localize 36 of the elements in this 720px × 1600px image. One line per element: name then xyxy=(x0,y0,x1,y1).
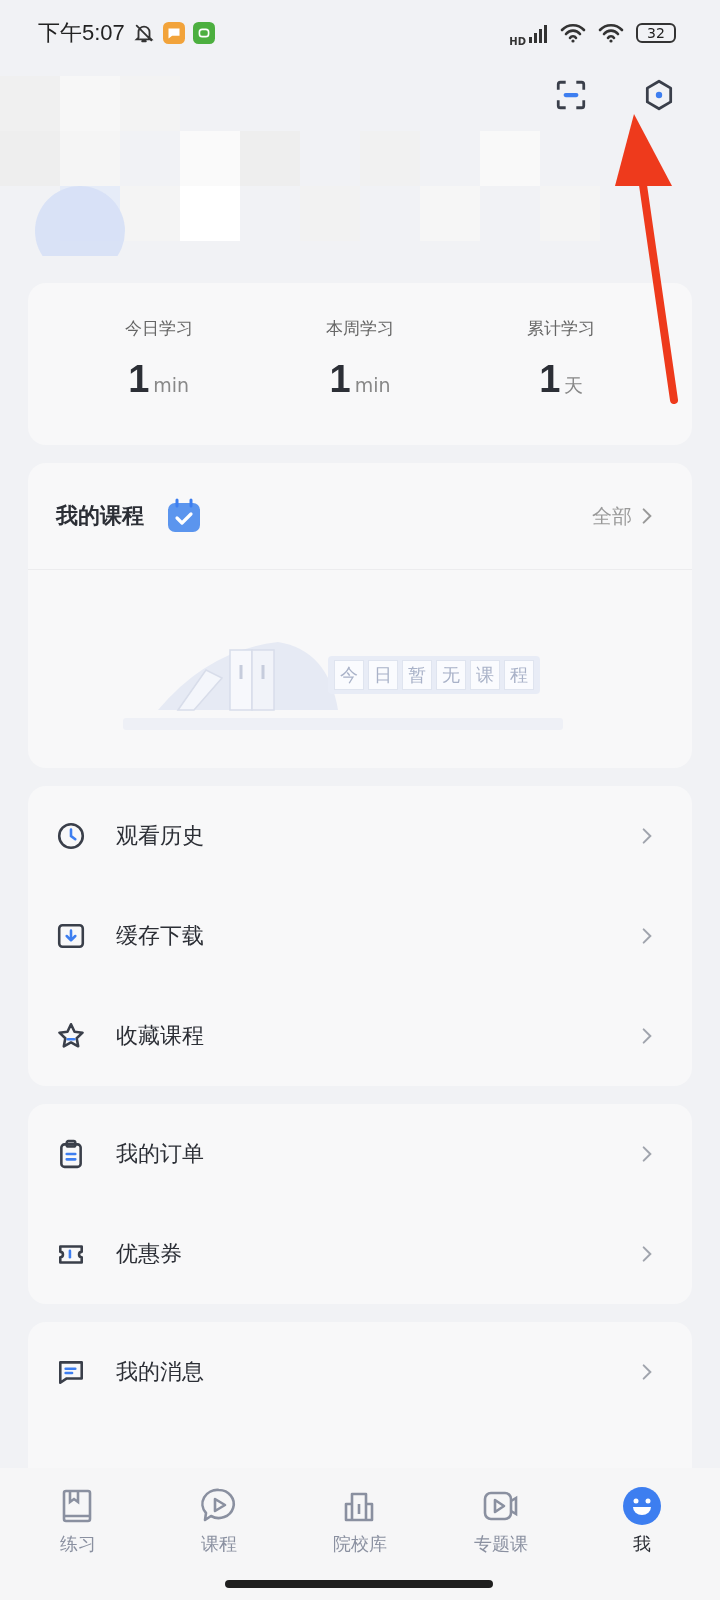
chevron-right-icon xyxy=(642,1027,652,1045)
status-time: 下午5:07 xyxy=(38,19,125,47)
stat-unit: min xyxy=(153,374,190,396)
chevron-right-icon xyxy=(642,507,652,525)
menu-item[interactable]: 观看历史 xyxy=(28,786,692,886)
stat-value: 1 xyxy=(329,358,351,401)
stat-value: 1 xyxy=(539,358,561,401)
message-app-icon xyxy=(162,22,185,44)
scan-button[interactable] xyxy=(554,78,588,112)
star-icon xyxy=(56,1021,86,1051)
stat-value: 1 xyxy=(128,358,150,401)
bell-muted-icon xyxy=(132,22,155,44)
stat-unit: min xyxy=(354,374,391,396)
chevron-right-icon xyxy=(642,1245,652,1263)
chevron-right-icon xyxy=(642,827,652,845)
battery-level: 32 xyxy=(636,23,676,43)
chevron-right-icon xyxy=(642,1145,652,1163)
clock-icon xyxy=(56,821,86,851)
menu-item[interactable]: 我的消息 xyxy=(28,1322,692,1422)
section-title: 我的课程 xyxy=(56,502,144,530)
calendar-check-icon xyxy=(166,498,202,534)
empty-message: 今日暂无课程 xyxy=(328,656,540,694)
download-icon xyxy=(56,921,86,951)
stat-label: 累计学习 xyxy=(527,317,596,340)
menu-item[interactable]: 我的订单 xyxy=(28,1104,692,1204)
chevron-right-icon xyxy=(642,1363,652,1381)
menu-item[interactable]: 优惠券 xyxy=(28,1204,692,1304)
stat-unit: 天 xyxy=(564,373,584,398)
stat-label: 今日学习 xyxy=(124,317,193,340)
smiley-icon xyxy=(621,1486,662,1526)
menu-item[interactable]: 收藏课程 xyxy=(28,986,692,1086)
nav-tab[interactable]: 我 xyxy=(591,1486,692,1556)
menu-item[interactable]: 缓存下载 xyxy=(28,886,692,986)
stat-label: 本周学习 xyxy=(326,317,394,340)
chevron-right-icon xyxy=(642,927,652,945)
network-type: HD xyxy=(509,35,526,47)
